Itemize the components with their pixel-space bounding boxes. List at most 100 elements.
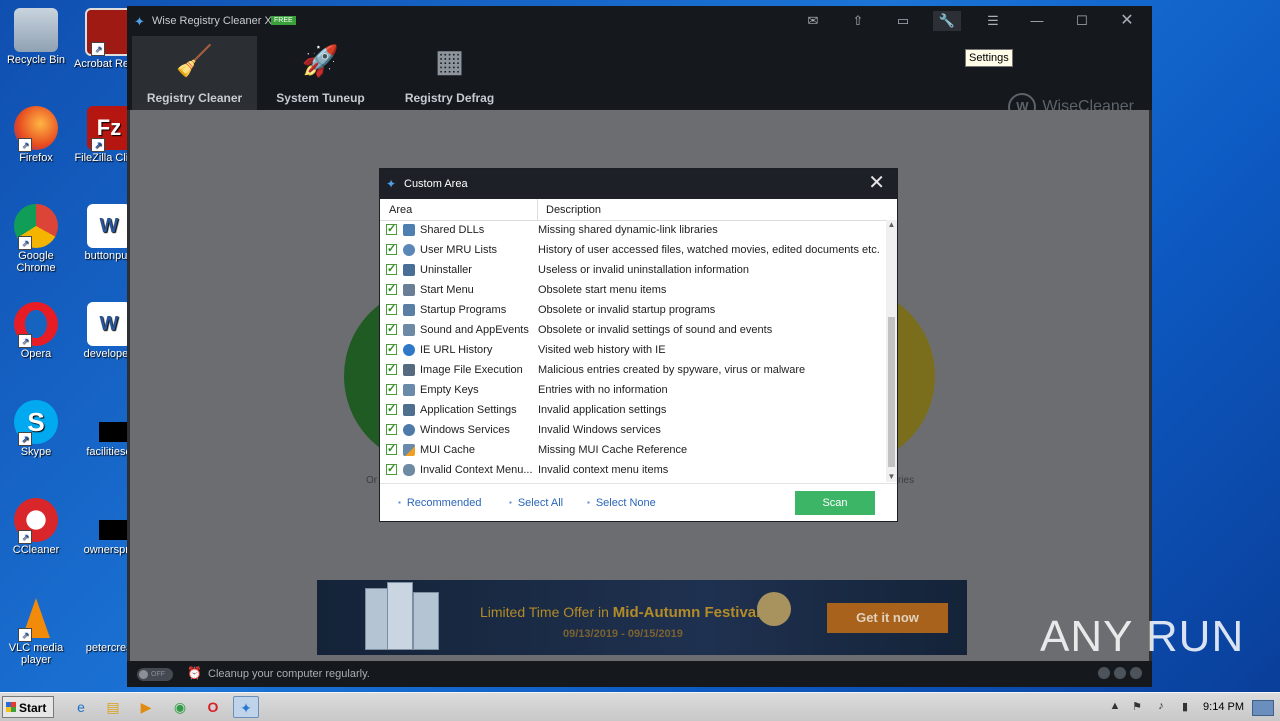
recommended-link[interactable]: Recommended xyxy=(398,497,482,509)
app-settings-icon xyxy=(403,404,415,416)
checkbox[interactable] xyxy=(386,362,397,375)
close-button[interactable]: ✕ xyxy=(1113,11,1141,31)
maximize-button[interactable]: ☐ xyxy=(1068,11,1096,31)
list-item[interactable]: Windows Services Invalid Windows services xyxy=(380,420,886,440)
promo-dates: 09/13/2019 - 09/15/2019 xyxy=(563,628,683,640)
list-item[interactable]: Empty Keys Entries with no information xyxy=(380,380,886,400)
show-hidden-icons-icon[interactable]: ▲ xyxy=(1108,700,1122,714)
dialog-close-icon[interactable]: ✕ xyxy=(868,173,885,193)
app-title: Wise Registry Cleaner X xyxy=(152,15,272,27)
word-document-icon: W xyxy=(87,302,131,346)
list-item[interactable]: Uninstaller Useless or invalid uninstalla… xyxy=(380,260,886,280)
filezilla-icon: Fz ↗ xyxy=(87,106,131,152)
area-name: User MRU Lists xyxy=(420,244,498,256)
tab-system-tuneup[interactable]: 🚀 System Tuneup xyxy=(258,36,383,110)
list-item[interactable]: Invalid Context Menu... Invalid context m… xyxy=(380,460,886,480)
tab-label: System Tuneup xyxy=(276,91,365,105)
list-item[interactable]: Start Menu Obsolete start menu items xyxy=(380,280,886,300)
column-separator[interactable] xyxy=(537,199,538,220)
desktop-icon-vlc[interactable]: ↗ VLC media player xyxy=(1,596,71,666)
sound-icon xyxy=(403,324,415,336)
network-icon[interactable]: ▮ xyxy=(1178,700,1192,714)
ie-taskbar-icon[interactable]: e xyxy=(68,696,94,718)
column-header-description[interactable]: Description xyxy=(546,204,601,216)
scan-button[interactable]: Scan xyxy=(795,491,875,515)
mui-cache-icon xyxy=(403,444,415,456)
media-player-icon[interactable]: ▶ xyxy=(133,696,159,718)
list-scrollbar[interactable]: ▲ ▼ xyxy=(886,220,897,482)
auto-clean-toggle[interactable]: OFF xyxy=(137,668,173,681)
feedback-icon[interactable]: ▭ xyxy=(889,11,917,31)
opera-icon: ↗ xyxy=(14,302,58,348)
checkbox[interactable] xyxy=(386,382,397,395)
desktop-icon-recycle-bin[interactable]: Recycle Bin xyxy=(1,8,71,66)
desktop-icon-chrome[interactable]: ↗ Google Chrome xyxy=(1,204,71,274)
checkbox[interactable] xyxy=(386,262,397,275)
minimize-button[interactable]: — xyxy=(1023,11,1051,31)
desktop-icon-ccleaner[interactable]: ↗ CCleaner xyxy=(1,498,71,556)
explorer-icon[interactable]: ▤ xyxy=(100,696,126,718)
tab-registry-defrag[interactable]: ▦ Registry Defrag xyxy=(387,36,512,110)
desktop-icon-label: Opera xyxy=(20,348,52,360)
taskbar-clock[interactable]: 9:14 PM xyxy=(1203,701,1244,713)
checkbox[interactable] xyxy=(386,302,397,315)
start-button[interactable]: Start xyxy=(2,696,54,718)
checkbox[interactable] xyxy=(386,322,397,335)
checkbox[interactable] xyxy=(386,462,397,475)
network-flag-icon[interactable]: ⚑ xyxy=(1130,700,1144,714)
tab-registry-cleaner[interactable]: 🧹 Registry Cleaner xyxy=(132,36,257,110)
scroll-thumb[interactable] xyxy=(888,317,895,467)
settings-wrench-icon[interactable]: 🔧 xyxy=(933,11,961,31)
checkbox[interactable] xyxy=(386,442,397,455)
select-none-link[interactable]: Select None xyxy=(587,497,656,509)
checkbox[interactable] xyxy=(386,402,397,415)
product-box-image xyxy=(413,592,439,650)
mail-icon[interactable]: ✉ xyxy=(799,11,827,31)
email-icon[interactable] xyxy=(1098,667,1110,679)
anyrun-watermark: ANY RUN xyxy=(1040,612,1245,661)
column-header-area[interactable]: Area xyxy=(389,204,412,216)
volume-icon[interactable]: ♪ xyxy=(1154,700,1168,714)
checkbox[interactable] xyxy=(386,342,397,355)
tab-label: Registry Cleaner xyxy=(146,91,243,105)
menu-icon[interactable]: ☰ xyxy=(979,11,1007,31)
show-desktop-button[interactable] xyxy=(1252,700,1274,716)
file-icon xyxy=(87,498,139,542)
chrome-taskbar-icon[interactable]: ◉ xyxy=(167,696,193,718)
get-it-now-button[interactable]: Get it now xyxy=(827,603,948,633)
opera-taskbar-icon[interactable]: O xyxy=(200,696,226,718)
promo-banner[interactable]: Limited Time Offer in Mid-Autumn Festiva… xyxy=(317,580,967,655)
desktop-icon-skype[interactable]: S ↗ Skype xyxy=(1,400,71,458)
list-item[interactable]: Sound and AppEvents Obsolete or invalid s… xyxy=(380,320,886,340)
list-item[interactable]: Shared DLLs Missing shared dynamic-link l… xyxy=(380,220,886,240)
dialog-title: Custom Area xyxy=(404,178,468,190)
desktop-icon-label: Recycle Bin xyxy=(6,54,66,66)
list-item[interactable]: Startup Programs Obsolete or invalid star… xyxy=(380,300,886,320)
behind-label-left: Or xyxy=(366,475,378,486)
list-item[interactable]: IE URL History Visited web history with I… xyxy=(380,340,886,360)
area-name: Application Settings xyxy=(420,404,517,416)
wise-registry-taskbar-icon[interactable]: ✦ xyxy=(233,696,259,718)
upgrade-icon[interactable]: ⇧ xyxy=(844,11,872,31)
checkbox[interactable] xyxy=(386,242,397,255)
list-item[interactable]: Application Settings Invalid application … xyxy=(380,400,886,420)
desktop-icon-firefox[interactable]: ↗ Firefox xyxy=(1,106,71,164)
select-all-link[interactable]: Select All xyxy=(509,497,563,509)
facebook-icon[interactable] xyxy=(1130,667,1142,679)
checkbox[interactable] xyxy=(386,422,397,435)
checkbox[interactable] xyxy=(386,222,397,235)
checkbox[interactable] xyxy=(386,282,397,295)
moon-graphic xyxy=(757,592,791,626)
area-description: History of user accessed files, watched … xyxy=(538,244,880,256)
list-item[interactable]: User MRU Lists History of user accessed f… xyxy=(380,240,886,260)
desktop-icon-opera[interactable]: ↗ Opera xyxy=(1,302,71,360)
scroll-down-icon[interactable]: ▼ xyxy=(886,472,897,482)
list-item[interactable]: Image File Execution Malicious entries cr… xyxy=(380,360,886,380)
area-name: Startup Programs xyxy=(420,304,507,316)
twitter-icon[interactable] xyxy=(1114,667,1126,679)
scroll-up-icon[interactable]: ▲ xyxy=(886,220,897,230)
firefox-icon: ↗ xyxy=(14,106,58,152)
file-icon xyxy=(87,400,139,444)
area-name: Shared DLLs xyxy=(420,224,485,236)
list-item[interactable]: MUI Cache Missing MUI Cache Reference xyxy=(380,440,886,460)
